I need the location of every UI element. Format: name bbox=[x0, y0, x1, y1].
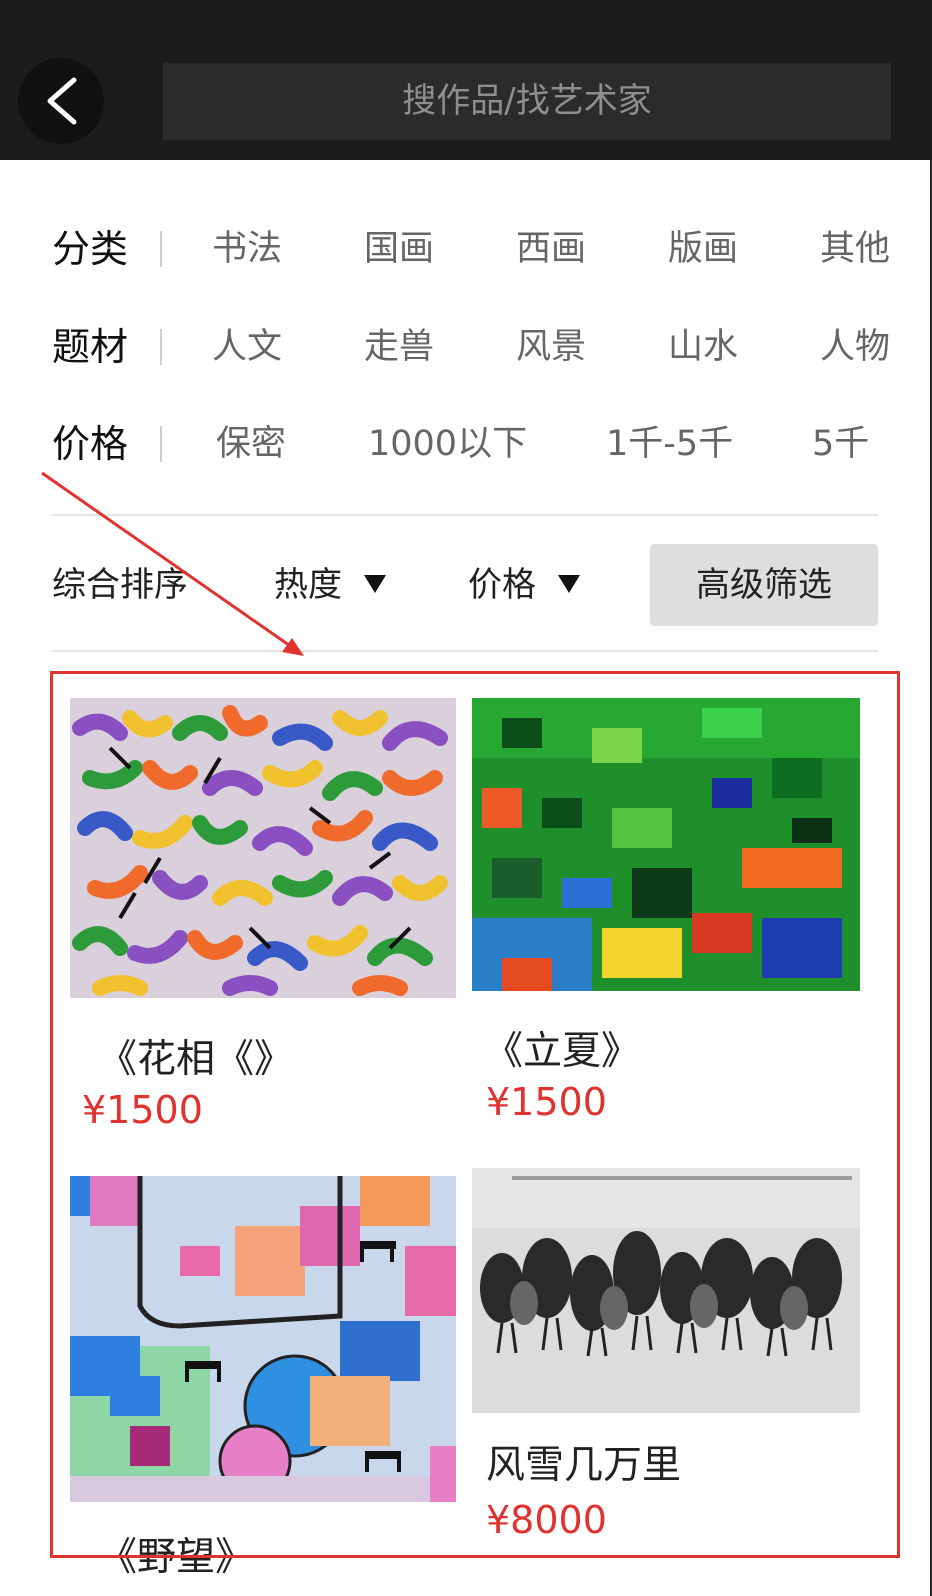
artwork-price-4: ¥8000 bbox=[486, 1498, 607, 1542]
filter-option-under-1000[interactable]: 1000以下 bbox=[368, 414, 527, 474]
artwork-image-2[interactable] bbox=[472, 698, 860, 991]
artwork-title-2[interactable]: 《立夏》 bbox=[484, 1020, 640, 1076]
divider bbox=[52, 514, 878, 516]
artwork-thumbnail bbox=[472, 1168, 860, 1413]
back-arrow-icon bbox=[47, 77, 77, 125]
filter-option-other[interactable]: 其他 bbox=[820, 219, 890, 279]
filter-option-5k[interactable]: 5千 bbox=[812, 414, 869, 474]
filter-label-category: 分类 bbox=[52, 227, 129, 271]
filter-option-confidential[interactable]: 保密 bbox=[216, 414, 286, 474]
sort-heat-label: 热度 bbox=[274, 565, 342, 605]
dropdown-triangle-icon bbox=[558, 574, 580, 593]
divider bbox=[52, 650, 878, 652]
filter-option-1k-5k[interactable]: 1千-5千 bbox=[606, 414, 733, 474]
filter-label-price: 价格 bbox=[52, 422, 129, 466]
filter-row-category: 分类 书法 国画 西画 版画 其他 bbox=[52, 219, 912, 279]
filter-option-figure[interactable]: 人物 bbox=[820, 317, 890, 377]
artwork-price-1: ¥1500 bbox=[82, 1088, 203, 1132]
filter-option-printmaking[interactable]: 版画 bbox=[668, 219, 738, 279]
filter-option-chinese-painting[interactable]: 国画 bbox=[364, 219, 434, 279]
advanced-filter-button[interactable]: 高级筛选 bbox=[650, 544, 878, 626]
sort-overall[interactable]: 综合排序 bbox=[52, 544, 188, 626]
artwork-thumbnail bbox=[70, 1176, 456, 1502]
filter-option-calligraphy[interactable]: 书法 bbox=[212, 219, 282, 279]
filter-row-price: 价格 保密 1000以下 1千-5千 5千 bbox=[52, 414, 912, 474]
artwork-image-1[interactable] bbox=[70, 698, 456, 998]
artwork-price-2: ¥1500 bbox=[486, 1080, 607, 1124]
filter-separator bbox=[160, 329, 162, 365]
filter-row-subject: 题材 人文 走兽 风景 山水 人物 bbox=[52, 317, 912, 377]
artwork-image-3[interactable] bbox=[70, 1176, 456, 1502]
back-button[interactable] bbox=[18, 58, 104, 144]
search-input[interactable] bbox=[163, 63, 891, 140]
sort-heat[interactable]: 热度 bbox=[274, 544, 386, 626]
artwork-image-4[interactable] bbox=[472, 1168, 860, 1413]
filter-separator bbox=[160, 231, 162, 267]
filter-option-humanities[interactable]: 人文 bbox=[212, 317, 282, 377]
filter-option-scenery[interactable]: 风景 bbox=[516, 317, 586, 377]
filter-separator bbox=[160, 426, 162, 462]
top-bar bbox=[0, 0, 932, 160]
filter-option-landscape[interactable]: 山水 bbox=[668, 317, 738, 377]
artwork-thumbnail bbox=[70, 698, 456, 998]
artwork-title-3[interactable]: 《野望》 bbox=[98, 1526, 254, 1582]
artwork-title-1[interactable]: 《花相《》 bbox=[98, 1028, 293, 1084]
sort-bar: 综合排序 热度 价格 高级筛选 bbox=[52, 544, 878, 626]
artwork-title-4[interactable]: 风雪几万里 bbox=[486, 1434, 681, 1490]
sort-price-label: 价格 bbox=[468, 565, 536, 605]
filter-label-subject: 题材 bbox=[52, 325, 129, 369]
filter-option-animals[interactable]: 走兽 bbox=[364, 317, 434, 377]
filter-option-western-painting[interactable]: 西画 bbox=[516, 219, 586, 279]
artwork-thumbnail bbox=[472, 698, 860, 991]
dropdown-triangle-icon bbox=[364, 574, 386, 593]
sort-price[interactable]: 价格 bbox=[468, 544, 580, 626]
